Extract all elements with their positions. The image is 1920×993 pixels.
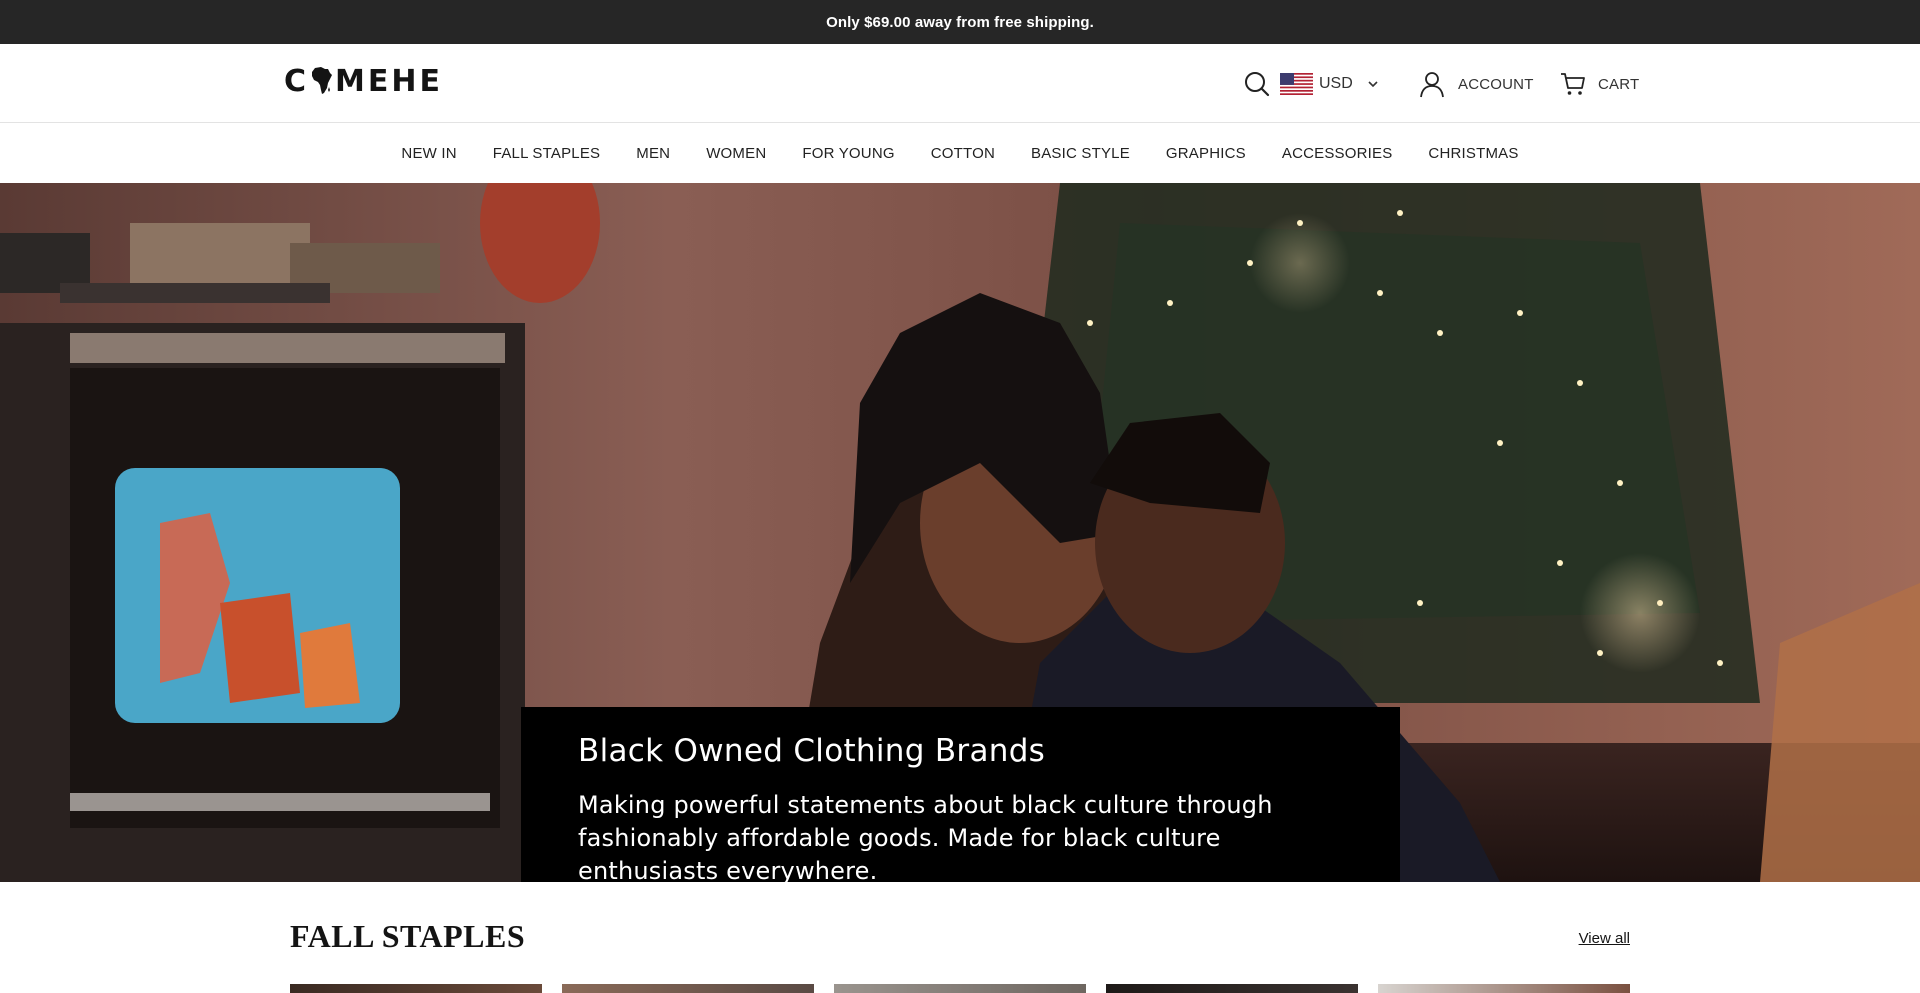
product-card[interactable] <box>1378 984 1630 993</box>
nav-item-accessories[interactable]: ACCESSORIES <box>1282 145 1393 162</box>
site-header: C MEHE USD ACCOUNT CART <box>0 44 1920 123</box>
view-all-link[interactable]: View all <box>1579 930 1630 947</box>
search-button[interactable] <box>1243 70 1271 98</box>
account-icon <box>1420 72 1444 98</box>
nav-item-graphics[interactable]: GRAPHICS <box>1166 145 1246 162</box>
nav-item-new-in[interactable]: NEW IN <box>401 145 456 162</box>
nav-item-men[interactable]: MEN <box>636 145 670 162</box>
account-link[interactable]: ACCOUNT <box>1418 69 1534 99</box>
section-title: FALL STAPLES <box>290 918 526 954</box>
product-card[interactable] <box>834 984 1086 993</box>
chevron-down-icon <box>1368 81 1378 88</box>
nav-item-for-young[interactable]: FOR YOUNG <box>802 145 894 162</box>
product-card[interactable] <box>562 984 814 993</box>
nav-item-cotton[interactable]: COTTON <box>931 145 995 162</box>
currency-code: USD <box>1319 75 1353 92</box>
fall-staples-section-header: FALL STAPLES View all <box>290 918 1630 958</box>
product-row <box>290 984 1630 993</box>
product-card[interactable] <box>290 984 542 993</box>
cart-link[interactable]: CART <box>1560 69 1639 99</box>
nav-item-women[interactable]: WOMEN <box>706 145 766 162</box>
brand-logo[interactable]: C MEHE <box>284 63 443 99</box>
search-icon <box>1245 72 1270 97</box>
logo-text-right: MEHE <box>335 63 443 99</box>
hero-caption: Black Owned Clothing Brands Making power… <box>521 707 1400 882</box>
announcement-bar: Only $69.00 away from free shipping. <box>0 0 1920 44</box>
main-navigation: NEW IN FALL STAPLES MEN WOMEN FOR YOUNG … <box>0 123 1920 183</box>
hero-title: Black Owned Clothing Brands <box>578 733 1046 769</box>
product-card[interactable] <box>1106 984 1358 993</box>
cart-icon <box>1561 73 1585 95</box>
nav-item-christmas[interactable]: CHRISTMAS <box>1428 145 1518 162</box>
hero-description: Making powerful statements about black c… <box>578 791 1273 882</box>
currency-selector[interactable]: USD <box>1280 70 1379 98</box>
logo-text-left: C <box>284 63 310 99</box>
announcement-text: Only $69.00 away from free shipping. <box>826 13 1094 31</box>
nav-item-basic-style[interactable]: BASIC STYLE <box>1031 145 1130 162</box>
hero-banner: Black Owned Clothing Brands Making power… <box>0 183 1920 882</box>
cart-label: CART <box>1598 75 1640 93</box>
us-flag-icon <box>1280 73 1313 95</box>
africa-logo-icon <box>311 66 333 96</box>
nav-item-fall-staples[interactable]: FALL STAPLES <box>493 145 600 162</box>
account-label: ACCOUNT <box>1458 75 1534 93</box>
